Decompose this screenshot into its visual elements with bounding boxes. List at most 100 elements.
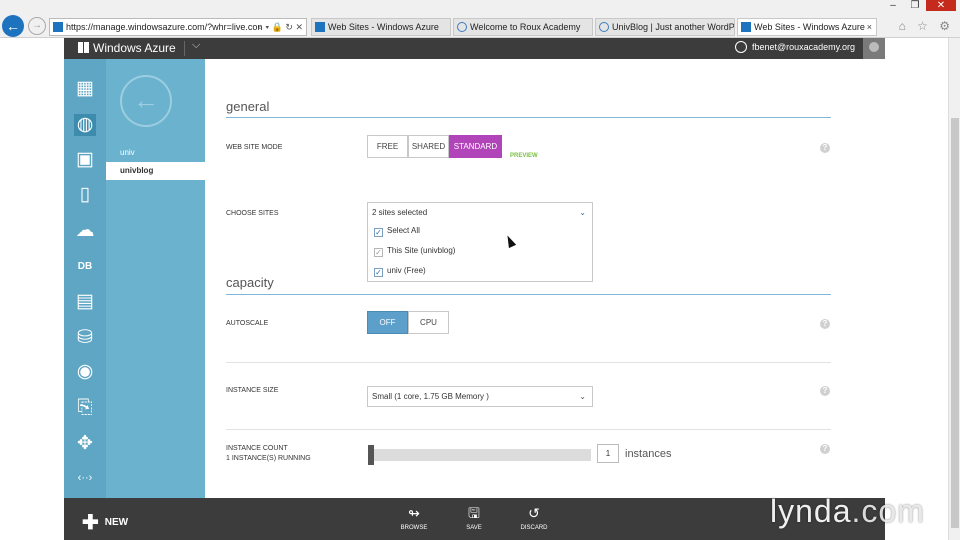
help-icon[interactable]: ? [820,444,830,454]
mobile-services-icon[interactable]: ▯ [74,184,96,206]
section-rule [226,117,831,118]
mode-standard-button[interactable]: STANDARD [449,135,502,158]
choose-sites-dropdown[interactable]: 2 sites selected ⌄ [367,202,593,223]
lynda-watermark: lynda.com [770,493,925,530]
instance-count-label: INSTANCE COUNT [226,445,288,452]
tab-label: Welcome to Roux Academy [470,22,581,32]
new-button[interactable]: ✚ NEW [82,510,128,535]
option-select-all[interactable]: ✓ Select All [374,225,420,237]
service-bus-icon[interactable]: ⎘ [74,397,96,419]
address-text: https://manage.windowsazure.com/?whr=liv… [66,22,263,32]
instance-unit-label: instances [625,448,672,460]
service-icon-rail: ▦ ◍ ▣ ▯ ☁ DB ▤ ⛁ ◉ ⎘ ✥ ‹··› [64,59,106,498]
browser-tab-2[interactable]: Welcome to Roux Academy [453,18,593,36]
browser-tab-1[interactable]: Web Sites - Windows Azure [311,18,451,36]
section-title-general: general [226,99,270,114]
ie-favicon-icon [599,22,609,32]
web-site-mode-label: WEB SITE MODE [226,144,283,151]
web-sites-icon[interactable]: ◍ [74,114,96,136]
user-account[interactable]: fbenet@rouxacademy.org [752,42,855,52]
page-scrollbar[interactable] [948,38,960,540]
back-arrow-icon[interactable]: ← [120,75,172,127]
site-item-univ[interactable]: univ [106,144,205,162]
tab-close-icon[interactable]: × [867,19,872,35]
close-window-icon[interactable]: ✕ [926,0,956,11]
brand[interactable]: Windows Azure [78,41,176,55]
chevron-down-icon[interactable]: ⌵ [192,39,200,52]
instance-size-label: INSTANCE SIZE [226,387,279,394]
new-label: NEW [104,517,129,528]
discard-icon: ↺ [528,505,540,521]
media-services-icon[interactable]: ◉ [74,361,96,383]
autoscale-cpu-button[interactable]: CPU [408,311,449,334]
windows-logo-icon [78,42,89,53]
slider-handle[interactable] [368,445,374,465]
networks-icon[interactable]: ✥ [74,433,96,455]
windows-favicon-icon [53,22,63,32]
save-button[interactable]: 🖫 SAVE [454,504,494,531]
section-rule [226,294,831,295]
instance-size-value: Small (1 core, 1.75 GB Memory ) [372,392,489,401]
all-items-icon[interactable]: ▦ [74,78,96,100]
watermark-domain: .com [851,493,925,529]
virtual-machines-icon[interactable]: ▣ [74,149,96,171]
browse-icon: ↬ [408,505,420,521]
browser-toolbar-icons[interactable]: ⌂ ☆ ⚙ [899,19,954,33]
header-divider [184,41,185,56]
address-bar-icons[interactable]: ⌕ ▾ 🔒 ↻ ✕ [258,19,303,35]
configure-content: general WEB SITE MODE FREE SHARED STANDA… [205,59,885,498]
browser-chrome: ← → https://manage.windowsazure.com/?whr… [0,0,960,38]
scrollbar-thumb[interactable] [951,118,959,528]
help-icon[interactable]: ? [820,386,830,396]
help-icon[interactable]: ? [820,143,830,153]
sql-databases-icon[interactable]: DB [74,256,96,278]
storage-icon[interactable]: ▤ [74,291,96,313]
avatar[interactable] [863,38,885,59]
address-bar[interactable]: https://manage.windowsazure.com/?whr=liv… [49,18,307,36]
browse-label: BROWSE [400,525,428,531]
field-divider [226,362,831,363]
choose-sites-options: ✓ Select All ✓ This Site (univblog) ✓ univ … [367,222,593,282]
instances-running-label: 1 INSTANCE(S) RUNNING [226,455,311,462]
option-this-site: ✓ This Site (univblog) [374,245,455,257]
tab-label: UnivBlog | Just another WordP... [612,22,735,32]
instance-count-input[interactable]: 1 [597,444,619,463]
command-bar: ✚ NEW ↬ BROWSE 🖫 SAVE ↺ DISCARD [64,498,885,540]
minimize-icon[interactable]: – [882,0,904,11]
preview-badge: PREVIEW [510,153,538,159]
autoscale-label: AUTOSCALE [226,320,269,327]
choose-sites-value: 2 sites selected [372,208,428,217]
browse-button[interactable]: ↬ BROWSE [394,504,434,531]
discard-label: DISCARD [520,525,548,531]
restore-icon[interactable]: ❐ [904,0,926,11]
cloud-services-icon[interactable]: ☁ [74,220,96,242]
plus-icon: ✚ [82,512,99,534]
window-controls: – ❐ ✕ [882,0,956,14]
browser-tab-4[interactable]: Web Sites - Windows Azure × [737,18,877,36]
chevron-down-icon: ⌄ [579,208,586,217]
browser-tab-3[interactable]: UnivBlog | Just another WordP... [595,18,735,36]
globe-icon[interactable] [735,41,747,53]
save-label: SAVE [466,525,482,531]
windows-favicon-icon [315,22,325,32]
mode-free-button[interactable]: FREE [367,135,408,158]
more-icon[interactable]: ‹··› [74,467,96,489]
forward-arrow-icon[interactable]: → [28,17,46,35]
discard-button[interactable]: ↺ DISCARD [514,504,554,531]
brand-label: Windows Azure [93,41,176,55]
instance-count-slider[interactable] [371,449,591,461]
checkbox-checked[interactable]: ✓ [374,228,383,237]
ie-favicon-icon [457,22,467,32]
section-title-capacity: capacity [226,275,274,290]
checkbox-checked[interactable]: ✓ [374,268,383,277]
option-univ[interactable]: ✓ univ (Free) [374,265,426,277]
autoscale-off-button[interactable]: OFF [367,311,408,334]
instance-size-dropdown[interactable]: Small (1 core, 1.75 GB Memory ) ⌄ [367,386,593,407]
back-arrow-icon[interactable]: ← [2,15,24,37]
site-item-univblog[interactable]: univblog [106,162,205,180]
option-label: univ (Free) [387,266,426,275]
help-icon[interactable]: ? [820,319,830,329]
hdinsight-icon[interactable]: ⛁ [74,327,96,349]
mode-shared-button[interactable]: SHARED [408,135,449,158]
field-divider [226,429,831,430]
